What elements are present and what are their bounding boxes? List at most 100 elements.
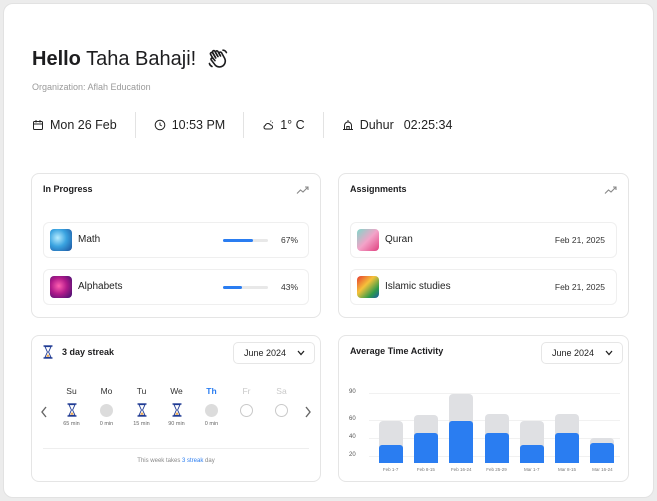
streak-footer-suffix: day	[205, 458, 215, 464]
chevron-down-icon	[297, 350, 305, 356]
x-tick-label: Mar 16-24	[592, 467, 613, 472]
progress-fill	[223, 239, 254, 242]
greeting: Hello Taha Bahaji!	[32, 48, 196, 71]
streak-day-minutes: 65 min	[63, 421, 80, 427]
hourglass-icon	[172, 403, 181, 417]
math-thumbnail	[50, 229, 72, 251]
progress-percent: 43%	[280, 282, 298, 292]
activity-card: Average Time Activity June 2024 90 60 40 20…	[338, 335, 629, 482]
streak-day: Th 0 min	[194, 386, 229, 427]
chevron-right-icon[interactable]	[304, 406, 312, 418]
greeting-hello: Hello	[32, 48, 81, 70]
mosque-icon	[342, 120, 353, 130]
streak-day-name: Su	[66, 386, 77, 396]
waving-hand-icon	[208, 49, 228, 68]
streak-day-name: Sa	[276, 386, 287, 396]
prayer-name: Duhur	[359, 118, 394, 132]
time-info: 10:53 PM	[134, 112, 244, 138]
trend-icon	[296, 186, 309, 194]
in-progress-title: In Progress	[43, 184, 93, 194]
hourglass-icon	[137, 403, 146, 417]
hourglass-icon	[67, 403, 76, 417]
progress-bar	[223, 239, 268, 242]
weather-info: 1° C	[243, 112, 322, 138]
y-tick-label: 90	[349, 389, 356, 395]
y-tick-label: 60	[349, 416, 356, 422]
streak-day: Fr	[229, 386, 264, 427]
streak-day-name: Mo	[100, 386, 113, 396]
info-bar: Mon 26 Feb 10:53 PM 1° C Duhur 02:25:34	[32, 112, 470, 138]
bar-active	[519, 444, 544, 463]
streak-footer-highlight: 3 streak	[182, 458, 204, 464]
streak-title: 3 day streak	[62, 347, 115, 357]
y-tick-label: 40	[349, 434, 356, 440]
missed-circle-icon	[205, 403, 218, 417]
date-info: Mon 26 Feb	[32, 112, 135, 138]
streak-day-status	[65, 403, 79, 417]
streak-day: Tu 15 min	[124, 386, 159, 427]
cloud-sun-icon	[263, 120, 274, 130]
assignment-row-quran[interactable]: Quran Feb 21, 2025	[350, 222, 617, 258]
empty-circle-icon	[240, 403, 253, 417]
streak-card: 3 day streak June 2024 Su 65 min Mo 0 min Tu…	[31, 335, 321, 482]
course-row-math[interactable]: Math 67%	[43, 222, 309, 258]
x-tick-label: Feb 16-24	[450, 467, 472, 472]
streak-day: Sa	[264, 386, 299, 427]
bar-active	[413, 433, 438, 463]
assignment-date: Feb 21, 2025	[554, 282, 605, 292]
streak-day: We 90 min	[159, 386, 194, 427]
streak-month-dropdown[interactable]: June 2024	[233, 342, 315, 364]
streak-footer: This week takes 3 streak day	[43, 448, 309, 464]
streak-day-status	[100, 403, 114, 417]
course-label: Math	[78, 234, 101, 245]
y-tick-label: 20	[349, 452, 356, 458]
assignment-date: Feb 21, 2025	[554, 235, 605, 245]
bar-active	[590, 443, 615, 463]
streak-footer-prefix: This week takes	[137, 458, 181, 464]
bar-active	[555, 433, 580, 463]
streak-day-minutes: 90 min	[168, 421, 185, 427]
activity-chart: 90 60 40 20 Feb 1-7 Feb 8-15 Feb 16-24 Feb 25-2…	[339, 336, 630, 483]
gridline	[369, 393, 620, 394]
greeting-name: Taha Bahaji!	[86, 48, 197, 70]
assignment-label: Islamic studies	[385, 281, 451, 292]
dashboard-frame: Hello Taha Bahaji! Organization: Aflah E…	[3, 3, 654, 498]
temperature-text: 1° C	[280, 118, 305, 132]
prayer-info: Duhur 02:25:34	[322, 112, 471, 138]
progress-fill	[223, 286, 243, 289]
chevron-left-icon[interactable]	[40, 406, 48, 418]
dropdown-value: June 2024	[244, 348, 287, 358]
organization-label: Organization: Aflah Education	[32, 82, 151, 92]
hourglass-icon	[43, 345, 53, 359]
x-tick-label: Feb 1-7	[382, 467, 399, 472]
assignment-label: Quran	[385, 234, 413, 245]
islamic-studies-thumbnail	[357, 276, 379, 298]
time-text: 10:53 PM	[171, 118, 226, 132]
course-label: Alphabets	[78, 281, 123, 292]
streak-day: Su 65 min	[54, 386, 89, 427]
streak-day-status	[135, 403, 149, 417]
prayer-countdown: 02:25:34	[403, 118, 453, 132]
streak-day-minutes: 0 min	[99, 421, 114, 427]
trend-icon	[604, 186, 617, 194]
progress-bar	[223, 286, 268, 289]
streak-day-name: Fr	[242, 386, 251, 396]
streak-day-minutes: 15 min	[133, 421, 150, 427]
clock-icon	[154, 119, 166, 131]
bar-active	[449, 421, 474, 463]
assignments-title: Assignments	[350, 184, 407, 194]
x-tick-label: Feb 8-15	[416, 467, 435, 472]
course-row-alphabets[interactable]: Alphabets 43%	[43, 269, 309, 305]
assignment-row-islamic-studies[interactable]: Islamic studies Feb 21, 2025	[350, 269, 617, 305]
quran-thumbnail	[357, 229, 379, 251]
calendar-icon	[33, 120, 43, 130]
x-tick-label: Feb 25-29	[486, 467, 507, 472]
progress-percent: 67%	[280, 235, 298, 245]
date-text: Mon 26 Feb	[50, 118, 117, 132]
empty-circle-icon	[275, 403, 288, 417]
streak-day-status	[170, 403, 184, 417]
streak-day-name: Tu	[136, 386, 147, 396]
bar-active	[484, 433, 509, 463]
missed-circle-icon	[100, 403, 113, 417]
streak-day-name: We	[170, 386, 183, 396]
